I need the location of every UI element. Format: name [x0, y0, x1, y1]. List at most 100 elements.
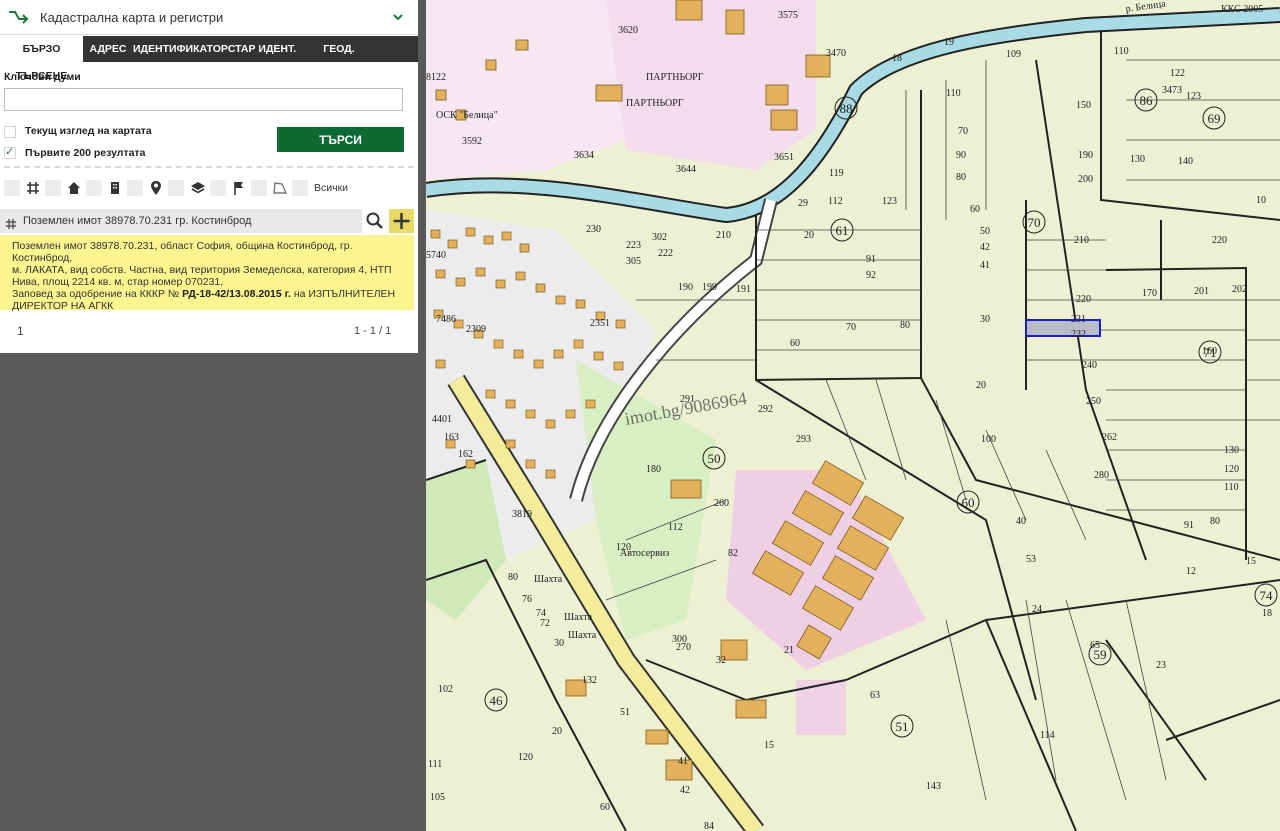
parcel-number: 3473 [1162, 85, 1182, 96]
tab-quick-search[interactable]: БЪРЗО ТЪРСЕНЕ [0, 36, 83, 82]
parcel-number: 29 [798, 198, 808, 209]
parcel-number: 5740 [426, 250, 446, 261]
app-title: Кадастрална карта и регистри [40, 10, 224, 25]
parcel-number: 150 [1076, 100, 1091, 111]
grid-icon[interactable] [25, 180, 41, 196]
parcel-number: 112 [668, 522, 683, 533]
result-line: Заповед за одобрение на КККР № РД-18-42/… [12, 288, 396, 300]
parcel-number: 42 [980, 242, 990, 253]
parcel-number: 110 [1224, 482, 1239, 493]
parcel-number: 20 [976, 380, 986, 391]
parcel-number: 60 [790, 338, 800, 349]
parcel-number: 3592 [462, 136, 482, 147]
search-button[interactable]: ТЪРСИ [277, 127, 404, 152]
cadastral-map[interactable]: ККС 2005 р. Белица imot.bg/9086964 ПАРТН… [426, 0, 1280, 831]
parcel-number: 80 [508, 572, 518, 583]
parcel-number: 231 [1071, 314, 1086, 325]
parcel-number: 30 [980, 314, 990, 325]
parcel-number: 76 [522, 594, 532, 605]
building-icon[interactable] [107, 180, 123, 196]
parcel-number: 143 [926, 781, 941, 792]
current-view-checkbox[interactable] [4, 126, 16, 138]
parcel-number: 18 [1262, 608, 1272, 619]
parcel-number: 191 [736, 284, 751, 295]
panel-header[interactable]: Кадастрална карта и регистри [0, 0, 418, 35]
parcel-number: 23 [1156, 660, 1166, 671]
parcel-number: 223 [626, 240, 641, 251]
location-pin-icon[interactable] [148, 180, 164, 196]
polygon-icon[interactable] [272, 180, 288, 196]
result-details: Поземлен имот 38978.70.231, област София… [0, 235, 414, 312]
parcel-number: 109 [1006, 49, 1021, 60]
tab-identifier[interactable]: ИДЕНТИФИКАТОР [133, 36, 228, 62]
parcel-number: 110 [1114, 46, 1129, 57]
zoom-to-result-icon[interactable] [364, 211, 386, 231]
filter-checkbox[interactable] [4, 180, 20, 196]
keywords-input[interactable] [4, 88, 403, 111]
parcel-number: 291 [680, 394, 695, 405]
parcel-number: 292 [758, 404, 773, 415]
result-title-bar[interactable]: Поземлен имот 38978.70.231 гр. Костинбро… [0, 209, 362, 233]
parcel-number: 163 [444, 432, 459, 443]
parcel-number: 80 [900, 320, 910, 331]
parcel-number: 240 [1082, 360, 1097, 371]
parcel-number: 92 [866, 270, 876, 281]
result-line: Нива, площ 2214 кв. м, стар номер 070231… [12, 276, 224, 288]
filter-checkbox[interactable] [168, 180, 184, 196]
parcel-number: 51 [620, 707, 630, 718]
parcel-number: 120 [616, 542, 631, 553]
parcel-number: 112 [828, 196, 843, 207]
parcel-number: 130 [1130, 154, 1145, 165]
filter-toolbar: Всички [0, 180, 418, 200]
parcel-number: 41 [980, 260, 990, 271]
filter-checkbox[interactable] [251, 180, 267, 196]
parcel-number: 80 [956, 172, 966, 183]
parcel-number: 105 [430, 792, 445, 803]
parcel-number: 65 [1090, 640, 1100, 651]
parcel-number: 42 [680, 785, 690, 796]
parcel-number: 262 [1102, 432, 1117, 443]
parcel-number: 19 [944, 37, 954, 48]
filter-checkbox[interactable] [127, 180, 143, 196]
chevron-down-icon[interactable] [392, 10, 404, 28]
parcel-number: 230 [586, 224, 601, 235]
add-icon[interactable] [389, 209, 414, 233]
map-canvas[interactable]: ККС 2005 р. Белица imot.bg/9086964 ПАРТН… [426, 0, 1280, 831]
filter-checkbox[interactable] [86, 180, 102, 196]
first-200-checkbox[interactable]: ✓ [4, 147, 16, 159]
tab-geodetic-base[interactable]: ГЕОД. ОСНОВА [300, 36, 378, 82]
app-logo-icon [7, 9, 31, 30]
tab-old-identifier[interactable]: СТАР ИДЕНТ. [227, 36, 297, 62]
result-row[interactable]: Поземлен имот 38978.70.231 гр. Костинбро… [0, 209, 414, 233]
river-label: р. Белица [1125, 0, 1167, 15]
map-label: ОСК "Белица" [436, 110, 498, 121]
district-number: 60 [962, 495, 975, 510]
parcel-number: 10 [1256, 195, 1266, 206]
parcel-number: 201 [1194, 286, 1209, 297]
parcel-number: 84 [704, 821, 714, 831]
parcel-number: 3620 [618, 25, 638, 36]
map-label: ПАРТНЬОРГ [646, 72, 704, 83]
all-filter-label[interactable]: Всички [314, 182, 348, 194]
tab-address[interactable]: АДРЕС [86, 36, 130, 62]
parcel-number: 170 [1142, 288, 1157, 299]
parcel-number: 200 [1078, 174, 1093, 185]
result-title: Поземлен имот 38978.70.231 гр. Костинбро… [23, 215, 252, 227]
parcel-number: 122 [1170, 68, 1185, 79]
layers-icon[interactable] [190, 180, 206, 196]
parcel-number: 12 [1186, 566, 1196, 577]
page-number[interactable]: 1 [17, 324, 24, 338]
parcel-number: 8122 [426, 72, 446, 83]
selected-parcel[interactable] [1025, 319, 1101, 337]
home-icon[interactable] [66, 180, 82, 196]
parcel-number: 100 [981, 434, 996, 445]
filter-checkbox[interactable] [292, 180, 308, 196]
search-panel: Кадастрална карта и регистри БЪРЗО ТЪРСЕ… [0, 0, 418, 353]
parcel-number: 53 [1026, 554, 1036, 565]
parcel-number: 2351 [590, 318, 610, 329]
parcel-number: 2309 [466, 324, 486, 335]
parcel-number: 60 [600, 802, 610, 813]
flag-icon[interactable] [231, 180, 247, 196]
filter-checkbox[interactable] [45, 180, 61, 196]
filter-checkbox[interactable] [210, 180, 226, 196]
